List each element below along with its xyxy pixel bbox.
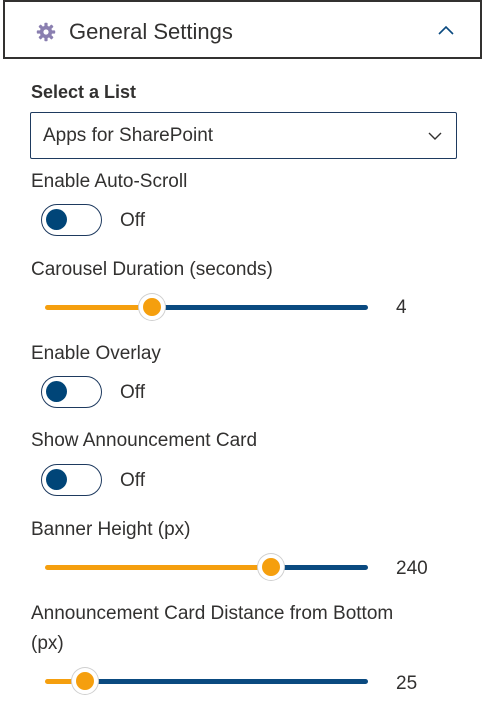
auto-scroll-label: Enable Auto-Scroll bbox=[31, 171, 188, 192]
section-title: General Settings bbox=[69, 19, 233, 44]
slider-thumb[interactable] bbox=[258, 554, 284, 580]
banner-height-label: Banner Height (px) bbox=[31, 519, 191, 540]
carousel-duration-value: 4 bbox=[396, 297, 407, 318]
announcement-card-label: Show Announcement Card bbox=[31, 430, 258, 451]
card-distance-slider[interactable] bbox=[45, 668, 368, 694]
card-distance-value: 25 bbox=[396, 673, 418, 694]
carousel-duration-label: Carousel Duration (seconds) bbox=[31, 259, 273, 280]
banner-height-slider[interactable] bbox=[45, 554, 368, 580]
auto-scroll-toggle[interactable] bbox=[41, 204, 102, 236]
slider-thumb[interactable] bbox=[139, 294, 165, 320]
select-list-label: Select a List bbox=[31, 82, 137, 102]
list-dropdown-value: Apps for SharePoint bbox=[43, 125, 214, 146]
auto-scroll-state: Off bbox=[120, 210, 145, 231]
carousel-duration-slider[interactable] bbox=[45, 294, 368, 320]
slider-track-remaining bbox=[85, 679, 368, 684]
toggle-knob bbox=[46, 209, 67, 230]
chevron-up-icon[interactable] bbox=[435, 20, 457, 42]
chevron-down-icon bbox=[428, 132, 442, 140]
toggle-knob bbox=[46, 381, 67, 402]
card-distance-label-line1: Announcement Card Distance from Bottom bbox=[31, 603, 394, 624]
overlay-state: Off bbox=[120, 382, 145, 403]
general-settings-header[interactable]: General Settings bbox=[3, 0, 482, 59]
slider-track-filled bbox=[45, 305, 152, 310]
announcement-card-toggle[interactable] bbox=[41, 464, 102, 496]
overlay-toggle[interactable] bbox=[41, 376, 102, 408]
list-dropdown[interactable]: Apps for SharePoint bbox=[30, 112, 457, 159]
overlay-label: Enable Overlay bbox=[31, 343, 161, 364]
slider-track-remaining bbox=[271, 565, 368, 570]
banner-height-value: 240 bbox=[396, 558, 428, 579]
gear-icon bbox=[36, 22, 56, 42]
card-distance-label-line2: (px) bbox=[31, 633, 64, 654]
slider-track-filled bbox=[45, 565, 271, 570]
slider-track-remaining bbox=[152, 305, 368, 310]
toggle-knob bbox=[46, 469, 67, 490]
announcement-card-state: Off bbox=[120, 470, 145, 491]
slider-thumb[interactable] bbox=[72, 668, 98, 694]
